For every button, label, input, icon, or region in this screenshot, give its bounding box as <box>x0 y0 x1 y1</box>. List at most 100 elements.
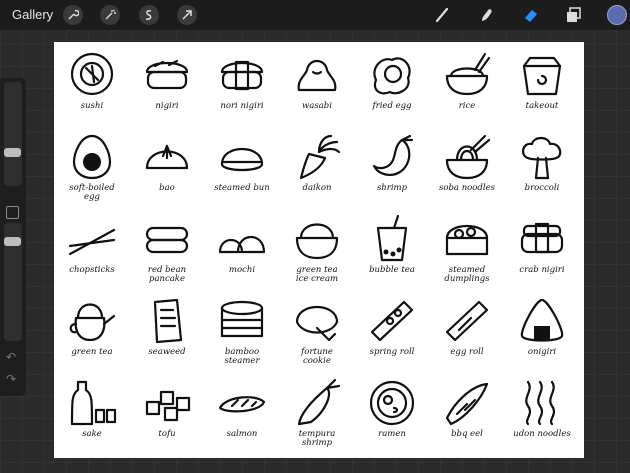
item-label: bamboo steamer <box>224 347 260 366</box>
fortune-cookie-icon <box>295 306 339 342</box>
bamboo-steamer-cell: bamboo steamer <box>207 296 277 376</box>
teapot-icon <box>69 303 116 342</box>
bamboo-steamer-icon <box>220 300 264 338</box>
wasabi-cell: wasabi <box>282 50 352 130</box>
item-label: daikon <box>302 183 332 193</box>
daikon-icon <box>299 134 341 180</box>
steamed-bun-cell: steamed bun <box>207 132 277 212</box>
smudge-icon[interactable] <box>477 5 497 25</box>
item-label: udon noodles <box>513 429 571 439</box>
item-label: egg roll <box>450 347 484 357</box>
udon-cell: udon noodles <box>507 378 577 458</box>
selection-icon[interactable] <box>139 5 159 25</box>
item-label: steamed dumplings <box>444 265 490 284</box>
soft-boiled-egg-icon <box>72 134 112 180</box>
item-label: crab nigiri <box>519 265 565 275</box>
crab-nigiri-cell: crab nigiri <box>507 214 577 294</box>
item-label: tempura shrimp <box>298 429 336 448</box>
takeout-box-icon <box>522 56 562 96</box>
item-label: fried egg <box>372 101 412 111</box>
item-label: red bean pancake <box>147 265 187 284</box>
item-label: takeout <box>525 101 559 111</box>
magic-wand-icon[interactable] <box>100 5 120 25</box>
bao-icon <box>145 144 189 170</box>
item-label: nori nigiri <box>220 101 264 111</box>
item-label: green tea <box>71 347 113 357</box>
item-label: shrimp <box>376 183 408 193</box>
left-sidebar: ↶ ↷ <box>0 78 26 396</box>
egg-roll-cell: egg roll <box>432 296 502 376</box>
opacity-slider[interactable] <box>4 223 22 341</box>
brush-icon[interactable] <box>433 5 453 25</box>
item-label: mochi <box>228 265 256 275</box>
noodle-bowl-icon <box>445 134 491 180</box>
redo-icon[interactable]: ↷ <box>6 372 16 386</box>
drawing-canvas[interactable]: sushi nigiri nori nigiri wasabi fried eg… <box>54 42 584 458</box>
item-label: sushi <box>80 101 104 111</box>
spring-roll-icon <box>370 300 414 342</box>
mochi-icon <box>218 236 266 254</box>
transform-arrow-icon[interactable] <box>177 5 197 25</box>
dumpling-basket-icon <box>445 225 489 256</box>
nori-nigiri-cell: nori nigiri <box>207 50 277 130</box>
seaweed-icon <box>153 298 183 344</box>
chopsticks-cell: chopsticks <box>57 214 127 294</box>
opacity-thumb[interactable] <box>4 237 21 246</box>
fried-egg-icon <box>373 57 411 95</box>
onigiri-cell: onigiri <box>507 296 577 376</box>
rice-cell: rice <box>432 50 502 130</box>
item-label: bao <box>159 183 175 193</box>
steamed-bun-icon <box>220 148 264 172</box>
fried-egg-cell: fried egg <box>357 50 427 130</box>
item-label: bubble tea <box>369 265 415 275</box>
daikon-cell: daikon <box>282 132 352 212</box>
tofu-cell: tofu <box>132 378 202 458</box>
tempura-cell: tempura shrimp <box>282 378 352 458</box>
item-label: fortune cookie <box>301 347 333 366</box>
mochi-cell: mochi <box>207 214 277 294</box>
seaweed-cell: seaweed <box>132 296 202 376</box>
item-label: steamed bun <box>214 183 270 193</box>
shrimp-icon <box>372 134 414 176</box>
soba-cell: soba noodles <box>432 132 502 212</box>
gallery-button[interactable]: Gallery <box>12 7 53 22</box>
ramen-bowl-icon <box>369 380 415 426</box>
pancake-icon <box>145 226 189 254</box>
layers-icon[interactable] <box>563 5 583 25</box>
item-label: wasabi <box>302 101 332 111</box>
ice-cream-bowl-icon <box>295 223 339 260</box>
brush-size-slider[interactable] <box>4 82 22 186</box>
item-label: ramen <box>378 429 406 439</box>
egg-roll-icon <box>445 300 489 342</box>
nigiri-icon <box>145 59 189 90</box>
item-label: onigiri <box>527 347 557 357</box>
tempura-icon <box>297 378 341 426</box>
bubble-tea-icon <box>376 214 408 262</box>
color-swatch[interactable] <box>607 5 627 25</box>
crab-nigiri-icon <box>520 222 564 254</box>
tofu-icon <box>145 390 191 422</box>
dumplings-cell: steamed dumplings <box>432 214 502 294</box>
broccoli-icon <box>522 136 562 180</box>
wrench-icon[interactable] <box>63 5 83 25</box>
udon-icon <box>525 380 556 426</box>
brush-size-thumb[interactable] <box>4 148 21 157</box>
undo-icon[interactable]: ↶ <box>6 350 16 364</box>
top-toolbar: Gallery <box>0 0 630 30</box>
item-label: green tea ice cream <box>295 265 339 284</box>
item-label: seaweed <box>148 347 186 357</box>
item-label: rice <box>458 101 476 111</box>
spring-roll-cell: spring roll <box>357 296 427 376</box>
onigiri-icon <box>520 298 564 342</box>
modify-button[interactable] <box>6 206 19 219</box>
eraser-icon[interactable] <box>521 5 541 25</box>
wasabi-icon <box>297 59 337 92</box>
broccoli-cell: broccoli <box>507 132 577 212</box>
fortune-cookie-cell: fortune cookie <box>282 296 352 376</box>
shrimp-cell: shrimp <box>357 132 427 212</box>
item-label: salmon <box>226 429 258 439</box>
rice-bowl-icon <box>445 52 491 96</box>
item-label: chopsticks <box>69 265 115 275</box>
green-tea-cell: green tea <box>57 296 127 376</box>
item-label: tofu <box>158 429 176 439</box>
